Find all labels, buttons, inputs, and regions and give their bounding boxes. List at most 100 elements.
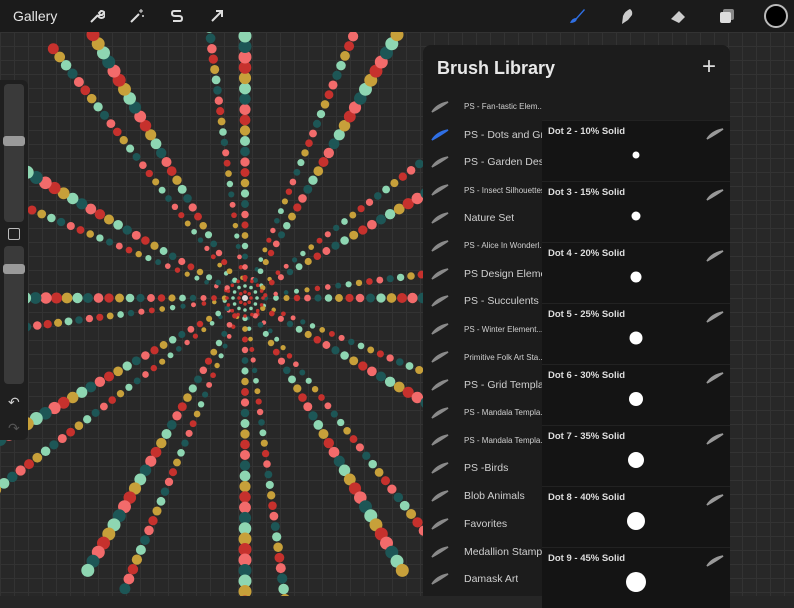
mandala-dot: [269, 280, 275, 286]
mandala-dot: [241, 367, 248, 374]
mandala-dot: [313, 120, 321, 128]
mandala-dot: [221, 259, 227, 265]
brush-set-label: PS - Garden Designs: [464, 156, 542, 168]
mandala-dot: [216, 250, 222, 256]
mandala-dot: [258, 419, 265, 426]
brush-set-item[interactable]: Damask Art: [423, 566, 542, 594]
mandala-dot: [261, 296, 265, 300]
brush-set-item[interactable]: Medallion Stamps: [423, 538, 542, 566]
brush-set-item[interactable]: Nature Set: [423, 204, 542, 232]
mandala-dot: [243, 284, 247, 288]
mandala-dot: [181, 439, 188, 446]
color-picker-button[interactable]: [764, 4, 788, 28]
brush-item[interactable]: Dot 8 - 40% Solid: [542, 486, 730, 547]
brush-set-item[interactable]: PS -Birds: [423, 454, 542, 482]
mandala-dot: [186, 430, 193, 437]
mandala-dot: [218, 118, 226, 126]
mandala-dot: [144, 526, 154, 536]
layers-icon[interactable]: [716, 5, 738, 27]
brush-set-item[interactable]: PS - Mandala Templa...: [423, 399, 542, 427]
mandala-dot: [217, 263, 222, 268]
add-brush-button[interactable]: +: [702, 53, 716, 81]
brush-list[interactable]: Dot 2 - 10% SolidDot 3 - 15% SolidDot 4 …: [542, 120, 730, 608]
brush-item[interactable]: Dot 6 - 30% Solid: [542, 364, 730, 425]
smudge-icon[interactable]: [616, 5, 638, 27]
redo-icon[interactable]: ↷: [8, 420, 20, 437]
brush-set-item[interactable]: PS - Mandala Templa...: [423, 427, 542, 455]
brush-item[interactable]: Dot 4 - 20% Solid: [542, 242, 730, 303]
mandala-dot: [366, 294, 375, 303]
mandala-dot: [394, 493, 404, 503]
mandala-dot: [346, 281, 352, 287]
brush-set-item[interactable]: PS - Grid Templates: [423, 371, 542, 399]
mandala-dot: [294, 295, 300, 301]
slider-thumb[interactable]: [3, 136, 25, 146]
brush-stroke-icon: [706, 494, 724, 506]
selection-s-icon[interactable]: [166, 5, 188, 27]
brush-set-item[interactable]: Favorites: [423, 510, 542, 538]
mandala-dot: [260, 289, 264, 293]
brush-item[interactable]: Dot 7 - 35% Solid: [542, 425, 730, 486]
mandala-dot: [242, 253, 248, 259]
mandala-dot: [239, 104, 250, 115]
mandala-dot: [222, 149, 229, 156]
modify-square-button[interactable]: [8, 228, 20, 240]
brush-item[interactable]: Dot 5 - 25% Solid: [542, 303, 730, 364]
mandala-dot: [126, 247, 133, 254]
brush-set-item[interactable]: PS - Winter Element...: [423, 315, 542, 343]
brush-set-label: PS - Mandala Templa...: [464, 436, 542, 445]
mandala-dot: [169, 336, 177, 344]
brush-set-item[interactable]: PS Design Elements: [423, 260, 542, 288]
brush-set-item[interactable]: PS - Fan-tastic Elem...: [423, 93, 542, 121]
brush-item[interactable]: Dot 2 - 10% Solid: [542, 120, 730, 181]
brush-set-item[interactable]: PS - Garden Designs: [423, 149, 542, 177]
mandala-dot: [239, 93, 250, 104]
brush-set-item[interactable]: PS - Dots and Grids: [423, 121, 542, 149]
wrench-icon[interactable]: [86, 5, 108, 27]
mandala-dot: [400, 501, 410, 511]
brush-stroke-icon: [706, 189, 724, 201]
mandala-dot: [209, 54, 218, 63]
brush-item[interactable]: Dot 9 - 45% Solid: [542, 547, 730, 608]
mandala-dot: [132, 356, 141, 365]
mandala-dot: [57, 218, 65, 226]
gallery-button[interactable]: Gallery: [13, 8, 57, 24]
mandala-dot: [160, 341, 168, 349]
opacity-slider[interactable]: [4, 246, 24, 384]
transform-arrow-icon[interactable]: [206, 5, 228, 27]
mandala-dot: [66, 428, 75, 437]
brush-set-list[interactable]: PS - Fan-tastic Elem... PS - Dots and Gri…: [423, 93, 542, 593]
mandala-dot: [335, 283, 341, 289]
brush-size-slider[interactable]: [4, 84, 24, 222]
brush-set-label: PS - Dots and Grids: [464, 129, 542, 141]
brush-set-item[interactable]: Primitive Folk Art Sta...: [423, 343, 542, 371]
mandala-dot: [387, 275, 394, 282]
brush-set-label: Blob Animals: [464, 490, 525, 502]
brush-preview-dot: [633, 152, 640, 159]
mandala-dot: [67, 222, 75, 230]
brush-icon[interactable]: [566, 5, 588, 27]
brush-set-item[interactable]: Blob Animals: [423, 482, 542, 510]
mandala-dot: [375, 468, 384, 477]
mandala-dot: [241, 179, 250, 188]
magic-wand-icon[interactable]: [126, 5, 148, 27]
brush-set-item[interactable]: PS - Alice In Wonderl...: [423, 232, 542, 260]
mandala-dot: [225, 170, 232, 177]
mandala-dot: [152, 506, 161, 515]
brush-set-item[interactable]: PS - Insect Silhouettes: [423, 176, 542, 204]
mandala-dot: [290, 179, 297, 186]
mandala-dot: [219, 128, 227, 136]
brush-item[interactable]: Dot 3 - 15% Solid: [542, 181, 730, 242]
undo-icon[interactable]: ↶: [8, 394, 20, 411]
brush-set-label: Primitive Folk Art Sta...: [464, 353, 542, 362]
brush-stroke-icon: [706, 128, 724, 140]
slider-thumb[interactable]: [3, 264, 25, 274]
mandala-dot: [296, 263, 303, 270]
mandala-dot: [242, 264, 248, 270]
mandala-dot: [336, 61, 346, 71]
mandala-dot: [178, 212, 184, 218]
mandala-dot: [367, 346, 374, 353]
eraser-icon[interactable]: [667, 5, 689, 27]
mandala-dot: [233, 302, 237, 306]
brush-set-item[interactable]: PS - Succulents: [423, 288, 542, 316]
